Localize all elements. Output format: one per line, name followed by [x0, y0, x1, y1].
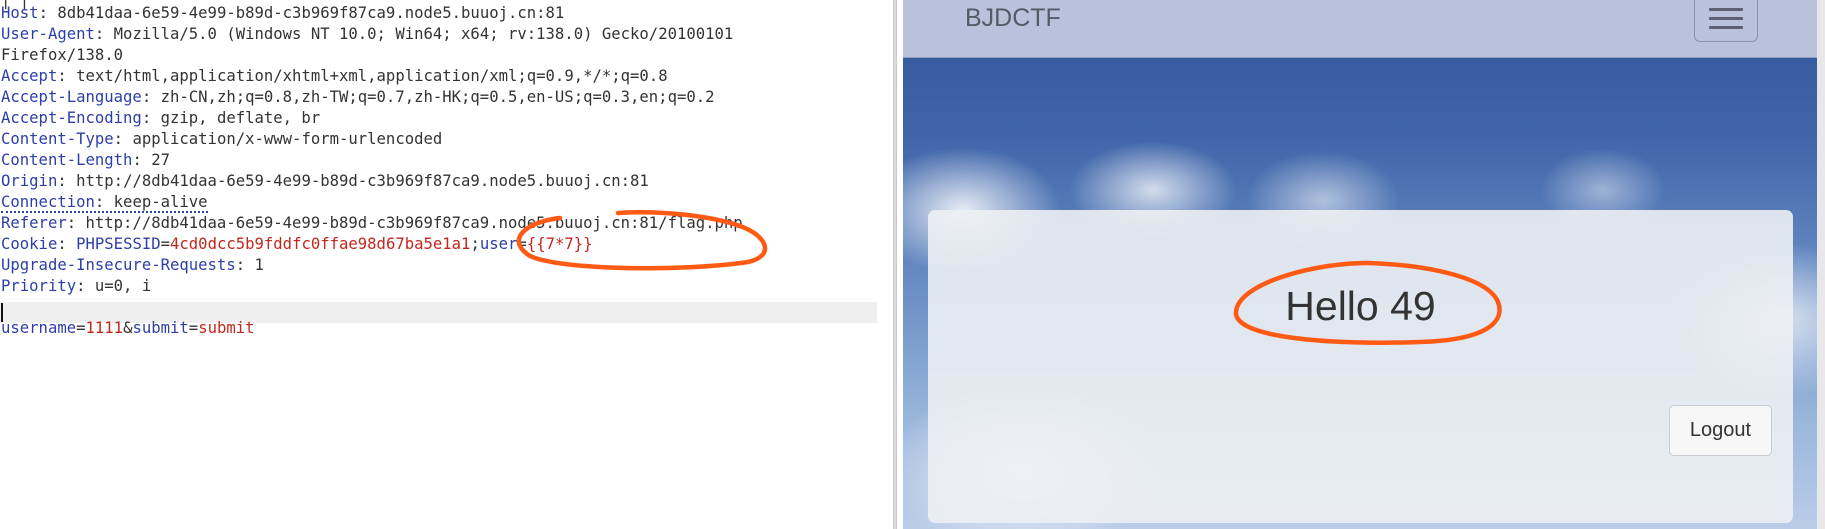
hamburger-icon [1709, 8, 1743, 11]
header-name: Host [1, 4, 39, 22]
welcome-card: Hello 49 Logout [928, 210, 1793, 523]
header-name: Content-Type [1, 130, 114, 148]
header-line: Host: 8db41daa-6e59-4e99-b89d-c3b969f87c… [1, 4, 565, 22]
header-value: Mozilla/5.0 (Windows NT 10.0; Win64; x64… [113, 25, 734, 43]
header-value: application/x-www-form-urlencoded [132, 130, 443, 148]
cookie-header-line: Cookie: PHPSESSID=4cd0dcc5b9fddfc0ffae98… [1, 235, 593, 253]
header-name: Content-Length [1, 151, 133, 169]
request-body-line: username=1111&submit=submit [1, 319, 255, 337]
header-value: 8db41daa-6e59-4e99-b89d-c3b969f87ca9.nod… [57, 4, 565, 22]
hamburger-icon-bar [1709, 26, 1743, 29]
header-name: Priority [1, 277, 77, 295]
body-param-value: submit [198, 319, 255, 337]
cookie-value: 4cd0dcc5b9fddfc0ffae98d67ba5e1a1 [170, 235, 471, 253]
cookie-key: user [479, 235, 518, 253]
header-value: u=0, i [94, 277, 152, 295]
header-name: Cookie [1, 235, 58, 253]
header-value: text/html,application/xhtml+xml,applicat… [76, 67, 668, 85]
header-line: Accept: text/html,application/xhtml+xml,… [1, 67, 668, 85]
header-name: Referer [1, 214, 67, 232]
pane-splitter[interactable] [893, 0, 897, 529]
logout-button[interactable]: Logout [1669, 405, 1772, 456]
cookie-key: PHPSESSID [76, 235, 161, 253]
header-value: keep-alive [113, 193, 208, 211]
navbar-toggler-button[interactable] [1694, 0, 1758, 42]
header-value: http://8db41daa-6e59-4e99-b89d-c3b969f87… [76, 172, 649, 190]
greeting-text: Hello 49 [1285, 283, 1436, 329]
header-value: zh-CN,zh;q=0.8,zh-TW;q=0.7,zh-HK;q=0.5,e… [160, 88, 715, 106]
header-name: Upgrade-Insecure-Requests [1, 256, 236, 274]
header-line: Content-Length: 27 [1, 151, 170, 169]
header-line: Accept-Language: zh-CN,zh;q=0.8,zh-TW;q=… [1, 88, 715, 106]
header-line: Connection: keep-alive [1, 193, 208, 213]
header-line: Upgrade-Insecure-Requests: 1 [1, 256, 264, 274]
header-name: Accept-Encoding [1, 109, 142, 127]
navbar: BJDCTF [903, 0, 1825, 58]
navbar-brand[interactable]: BJDCTF [965, 2, 1061, 34]
request-editor[interactable]: | | Host: 8db41daa-6e59-4e99-b89d-c3b969… [0, 0, 893, 529]
header-name: User-Agent [1, 25, 95, 43]
header-continuation: Firefox/138.0 [1, 45, 123, 66]
header-line: User-Agent: Mozilla/5.0 (Windows NT 10.0… [1, 25, 734, 43]
header-value: 27 [151, 151, 170, 169]
header-name: Accept [1, 67, 58, 85]
header-line: Accept-Encoding: gzip, deflate, br [1, 109, 321, 127]
body-param-key: username [1, 319, 77, 337]
header-value: gzip, deflate, br [160, 109, 321, 127]
header-value: http://8db41daa-6e59-4e99-b89d-c3b969f87… [85, 214, 743, 232]
header-line: Content-Type: application/x-www-form-url… [1, 130, 443, 148]
header-name: Accept-Language [1, 88, 142, 106]
scrollbar[interactable] [1817, 0, 1825, 529]
hamburger-icon-bar [1709, 17, 1743, 20]
response-render-view: BJDCTF Hello 49 Logout [903, 0, 1825, 529]
header-line: Referer: http://8db41daa-6e59-4e99-b89d-… [1, 214, 743, 232]
header-name: Connection [1, 193, 95, 211]
header-name: Origin [1, 172, 58, 190]
header-line: Priority: u=0, i [1, 277, 152, 295]
body-param-key: submit [132, 319, 189, 337]
header-value: 1 [254, 256, 264, 274]
header-line: Origin: http://8db41daa-6e59-4e99-b89d-c… [1, 172, 649, 190]
cookie-value-ssti: {{7*7}} [526, 235, 593, 253]
header-value: Firefox/138.0 [1, 46, 124, 64]
body-param-value: 1111 [85, 319, 124, 337]
